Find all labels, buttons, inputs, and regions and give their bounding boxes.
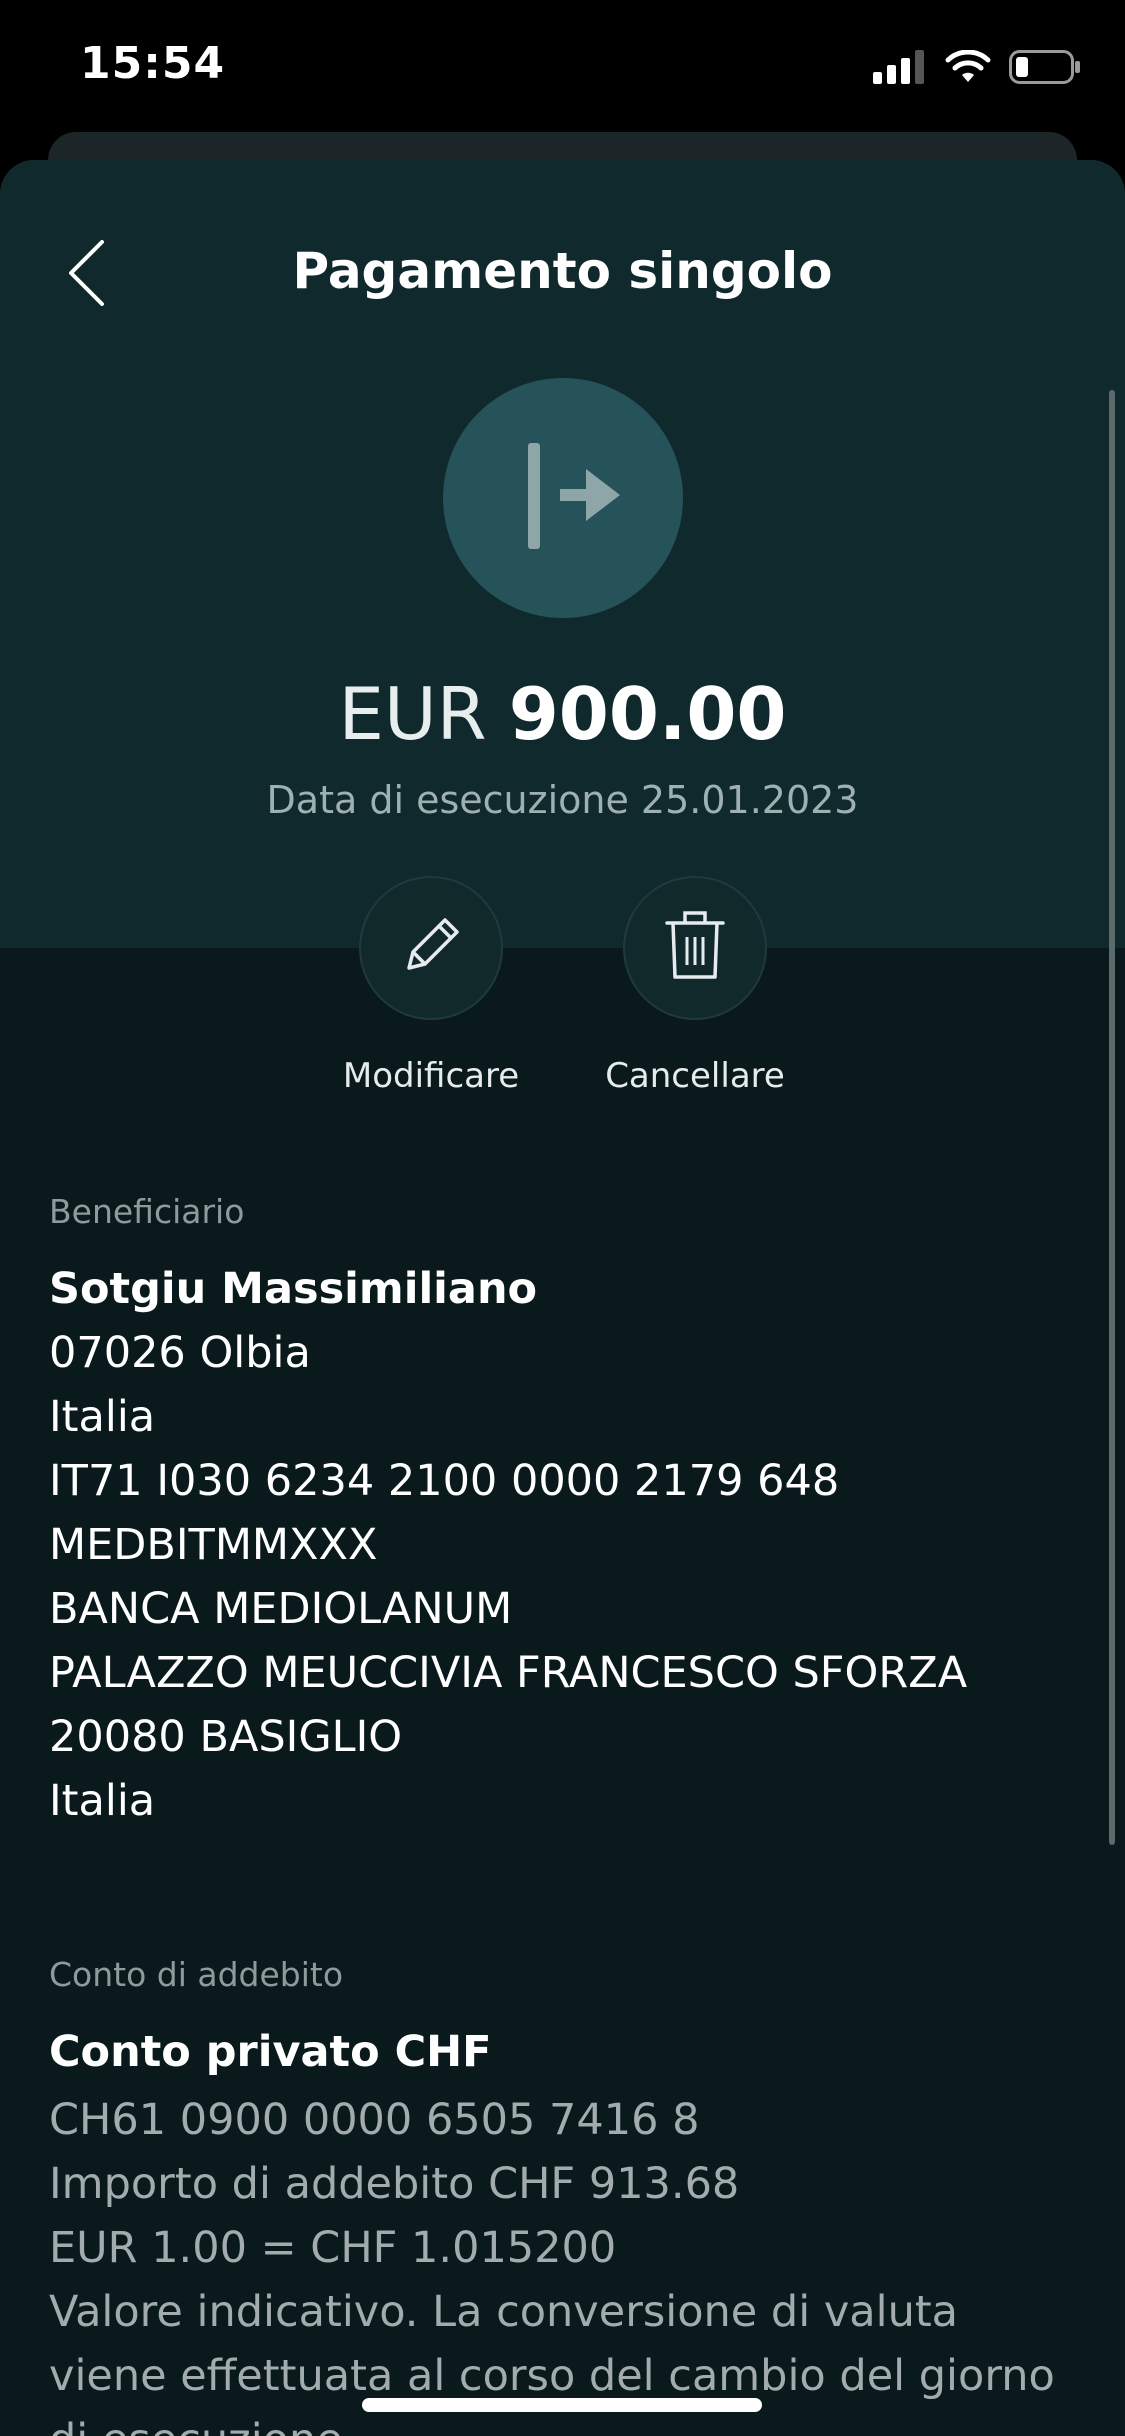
- amount-currency: EUR: [338, 672, 487, 756]
- scrollbar[interactable]: [1109, 390, 1115, 1845]
- exchange-rate: EUR 1.00 = CHF 1.015200: [49, 2223, 617, 2273]
- pencil-icon: [395, 910, 467, 986]
- beneficiary-line: 07026 Olbia: [49, 1328, 311, 1378]
- payment-amount: EUR 900.00: [0, 672, 1125, 756]
- home-indicator[interactable]: [362, 2398, 762, 2412]
- status-icons: [873, 49, 1081, 88]
- debit-amount: Importo di addebito CHF 913.68: [49, 2159, 740, 2209]
- delete-label: Cancellare: [605, 1056, 785, 1096]
- status-bar: 15:54: [0, 0, 1125, 135]
- payment-type-badge: [443, 378, 683, 618]
- amount-value: 900.00: [508, 672, 787, 756]
- edit-label: Modificare: [342, 1056, 520, 1096]
- debit-account-iban: CH61 0900 0000 6505 7416 8: [49, 2095, 700, 2145]
- edit-button[interactable]: [359, 876, 503, 1020]
- debit-account-name: Conto privato CHF: [49, 2027, 492, 2077]
- debit-account-label: Conto di addebito: [49, 1955, 344, 1994]
- payment-detail-sheet: Pagamento singolo EUR 900.00 Data di esec…: [0, 160, 1125, 2436]
- cellular-signal-icon: [873, 50, 927, 88]
- beneficiary-iban: IT71 I030 6234 2100 0000 2179 648: [49, 1456, 840, 1506]
- exchange-note: Valore indicativo. La conversione di val…: [49, 2287, 1055, 2436]
- beneficiary-label: Beneficiario: [49, 1192, 245, 1231]
- beneficiary-name: Sotgiu Massimiliano: [49, 1264, 538, 1314]
- beneficiary-section: Beneficiario Sotgiu Massimiliano 07026 O…: [49, 1192, 1079, 1833]
- delete-action[interactable]: Cancellare: [575, 876, 815, 1096]
- delete-button[interactable]: [623, 876, 767, 1020]
- beneficiary-bank-address: PALAZZO MEUCCIVIA FRANCESCO SFORZA: [49, 1648, 968, 1698]
- beneficiary-bic: MEDBITMMXXX: [49, 1520, 378, 1570]
- beneficiary-bank: BANCA MEDIOLANUM: [49, 1584, 513, 1634]
- outgoing-payment-icon: [498, 431, 628, 565]
- beneficiary-line: Italia: [49, 1392, 156, 1442]
- beneficiary-bank-city: 20080 BASIGLIO: [49, 1712, 403, 1762]
- beneficiary-bank-country: Italia: [49, 1776, 156, 1826]
- page-title: Pagamento singolo: [292, 242, 833, 300]
- debit-account-section: Conto di addebito Conto privato CHF CH61…: [49, 1955, 1079, 2436]
- battery-icon: [1009, 50, 1081, 88]
- status-time: 15:54: [80, 38, 226, 89]
- wifi-icon: [945, 49, 991, 88]
- trash-icon: [659, 907, 731, 989]
- execution-date: Data di esecuzione 25.01.2023: [266, 778, 859, 822]
- edit-action[interactable]: Modificare: [311, 876, 551, 1096]
